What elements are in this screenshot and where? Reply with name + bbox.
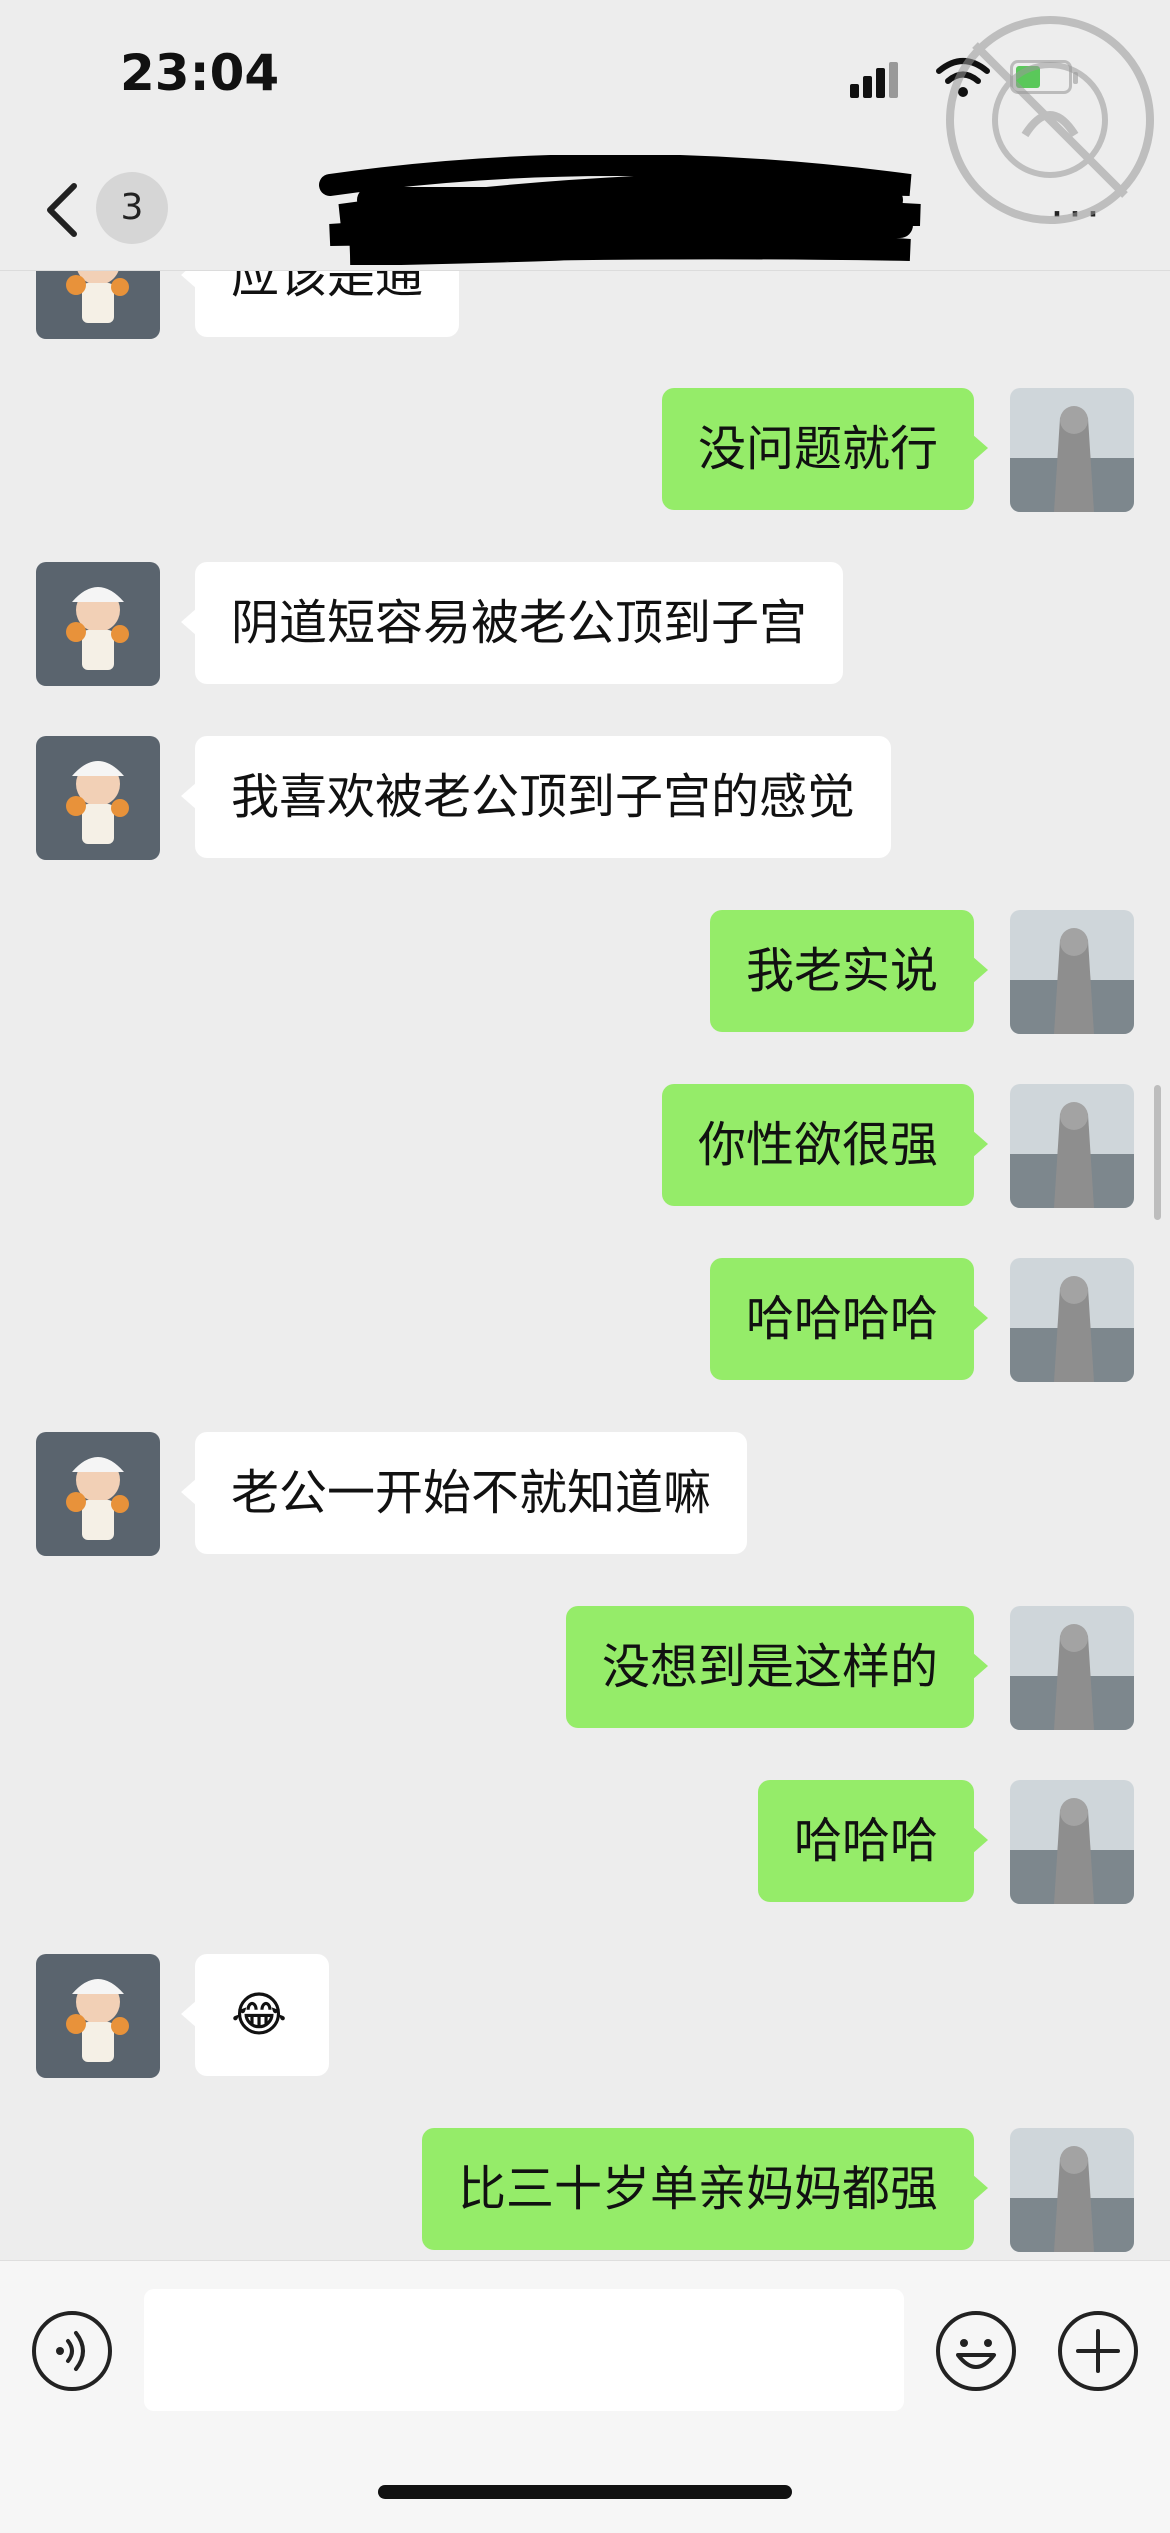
watermark-logo <box>946 16 1154 224</box>
contact-avatar[interactable] <box>36 270 160 339</box>
home-indicator[interactable] <box>378 2485 792 2499</box>
contact-avatar[interactable] <box>36 1954 160 2078</box>
voice-icon[interactable] <box>30 2309 114 2393</box>
message-row: 老公一开始不就知道嘛 <box>0 1432 1170 1556</box>
received-message[interactable]: 应该是通 <box>180 270 460 337</box>
sent-message[interactable]: 哈哈哈哈 <box>709 1258 989 1380</box>
message-row: 比三十岁单亲妈妈都强 <box>0 2128 1170 2252</box>
message-row: 没问题就行 <box>0 388 1170 512</box>
sent-message[interactable]: 你性欲很强 <box>661 1084 989 1206</box>
received-emoji-message[interactable]: 😂 <box>181 1954 329 2076</box>
contact-avatar[interactable] <box>36 736 160 860</box>
message-row: 我喜欢被老公顶到子宫的感觉 <box>0 736 1170 860</box>
scrollbar[interactable] <box>1154 1085 1161 1220</box>
user-avatar[interactable] <box>1010 1606 1134 1730</box>
signal-icon <box>850 62 900 98</box>
user-avatar[interactable] <box>1010 2128 1134 2252</box>
sent-message[interactable]: 比三十岁单亲妈妈都强 <box>421 2128 989 2250</box>
user-avatar[interactable] <box>1010 1258 1134 1382</box>
message-row: 😂 <box>0 1954 1170 2078</box>
redacted-contact-name <box>319 155 921 265</box>
user-avatar[interactable] <box>1010 910 1134 1034</box>
sent-message[interactable]: 没问题就行 <box>661 388 989 510</box>
sent-message[interactable]: 我老实说 <box>709 910 989 1032</box>
emoji-icon[interactable] <box>934 2309 1018 2393</box>
message-input[interactable] <box>144 2289 904 2411</box>
user-avatar[interactable] <box>1010 1780 1134 1904</box>
contact-avatar[interactable] <box>36 562 160 686</box>
message-row: 我老实说 <box>0 910 1170 1034</box>
received-message[interactable]: 老公一开始不就知道嘛 <box>180 1432 748 1554</box>
received-message[interactable]: 阴道短容易被老公顶到子宫 <box>180 562 844 684</box>
user-avatar[interactable] <box>1010 388 1134 512</box>
contact-avatar[interactable] <box>36 1432 160 1556</box>
message-row: 哈哈哈 <box>0 1780 1170 1904</box>
message-list[interactable]: 应该是通 没问题就行 阴道短容易被老公顶到子宫 我喜欢被老公顶到子宫的感觉 我老… <box>0 270 1170 2260</box>
message-row: 哈哈哈哈 <box>0 1258 1170 1382</box>
input-bar <box>0 2260 1170 2533</box>
message-row: 你性欲很强 <box>0 1084 1170 1208</box>
sent-message[interactable]: 没想到是这样的 <box>565 1606 989 1728</box>
message-row: 阴道短容易被老公顶到子宫 <box>0 562 1170 686</box>
unread-count-badge[interactable]: 3 <box>96 172 168 244</box>
received-message[interactable]: 我喜欢被老公顶到子宫的感觉 <box>180 736 892 858</box>
status-time: 23:04 <box>120 44 280 102</box>
back-chevron-icon[interactable] <box>42 180 82 240</box>
message-row: 没想到是这样的 <box>0 1606 1170 1730</box>
message-row: 应该是通 <box>0 270 1170 339</box>
user-avatar[interactable] <box>1010 1084 1134 1208</box>
plus-icon[interactable] <box>1056 2309 1140 2393</box>
sent-message[interactable]: 哈哈哈 <box>757 1780 989 1902</box>
